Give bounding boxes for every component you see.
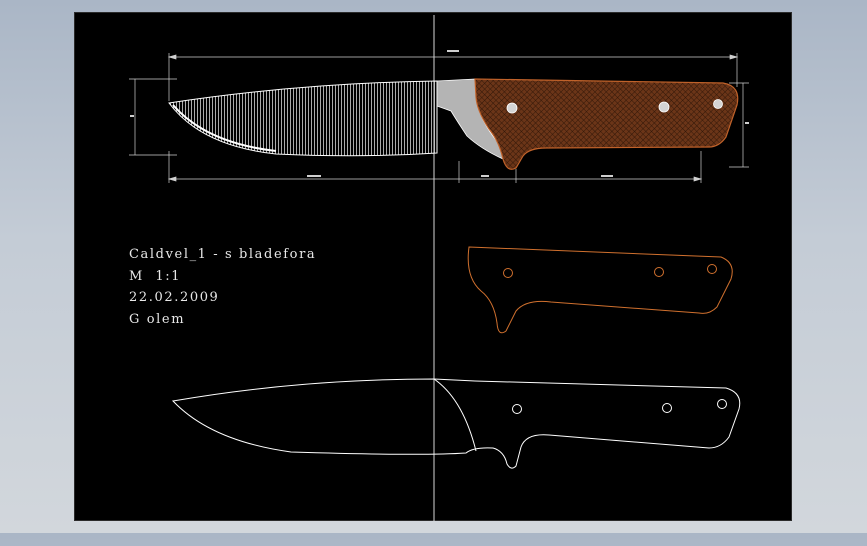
drawing-author: G olem xyxy=(129,311,186,327)
pin-hole-1 xyxy=(506,102,518,114)
scale-pin-hole-2 xyxy=(654,267,664,277)
handle-scale-outline xyxy=(467,246,733,334)
drawing-scale: M 1:1 xyxy=(129,268,182,284)
title-block: Caldvel_1 - s bladefora M 1:1 22.02.2009… xyxy=(129,244,316,330)
drawing-date: 22.02.2009 xyxy=(129,290,220,305)
lanyard-hole xyxy=(713,99,723,109)
drawing-sheet: Caldvel_1 - s bladefora M 1:1 22.02.2009… xyxy=(74,12,792,521)
pin-hole-2 xyxy=(658,101,670,113)
tang-pin-hole-1 xyxy=(512,404,522,414)
plunge-line xyxy=(433,378,477,452)
tang-pin-hole-2 xyxy=(662,403,672,413)
handle-scale xyxy=(474,78,739,170)
knife-assembly-view xyxy=(129,50,749,183)
full-tang-blank-outline xyxy=(171,378,741,469)
tang-lanyard-hole xyxy=(717,399,727,409)
scale-pin-hole-1 xyxy=(503,268,513,278)
scale-lanyard-hole xyxy=(707,264,717,274)
drawing-name: Caldvel_1 - s bladefora xyxy=(129,247,317,262)
blade xyxy=(168,80,438,157)
